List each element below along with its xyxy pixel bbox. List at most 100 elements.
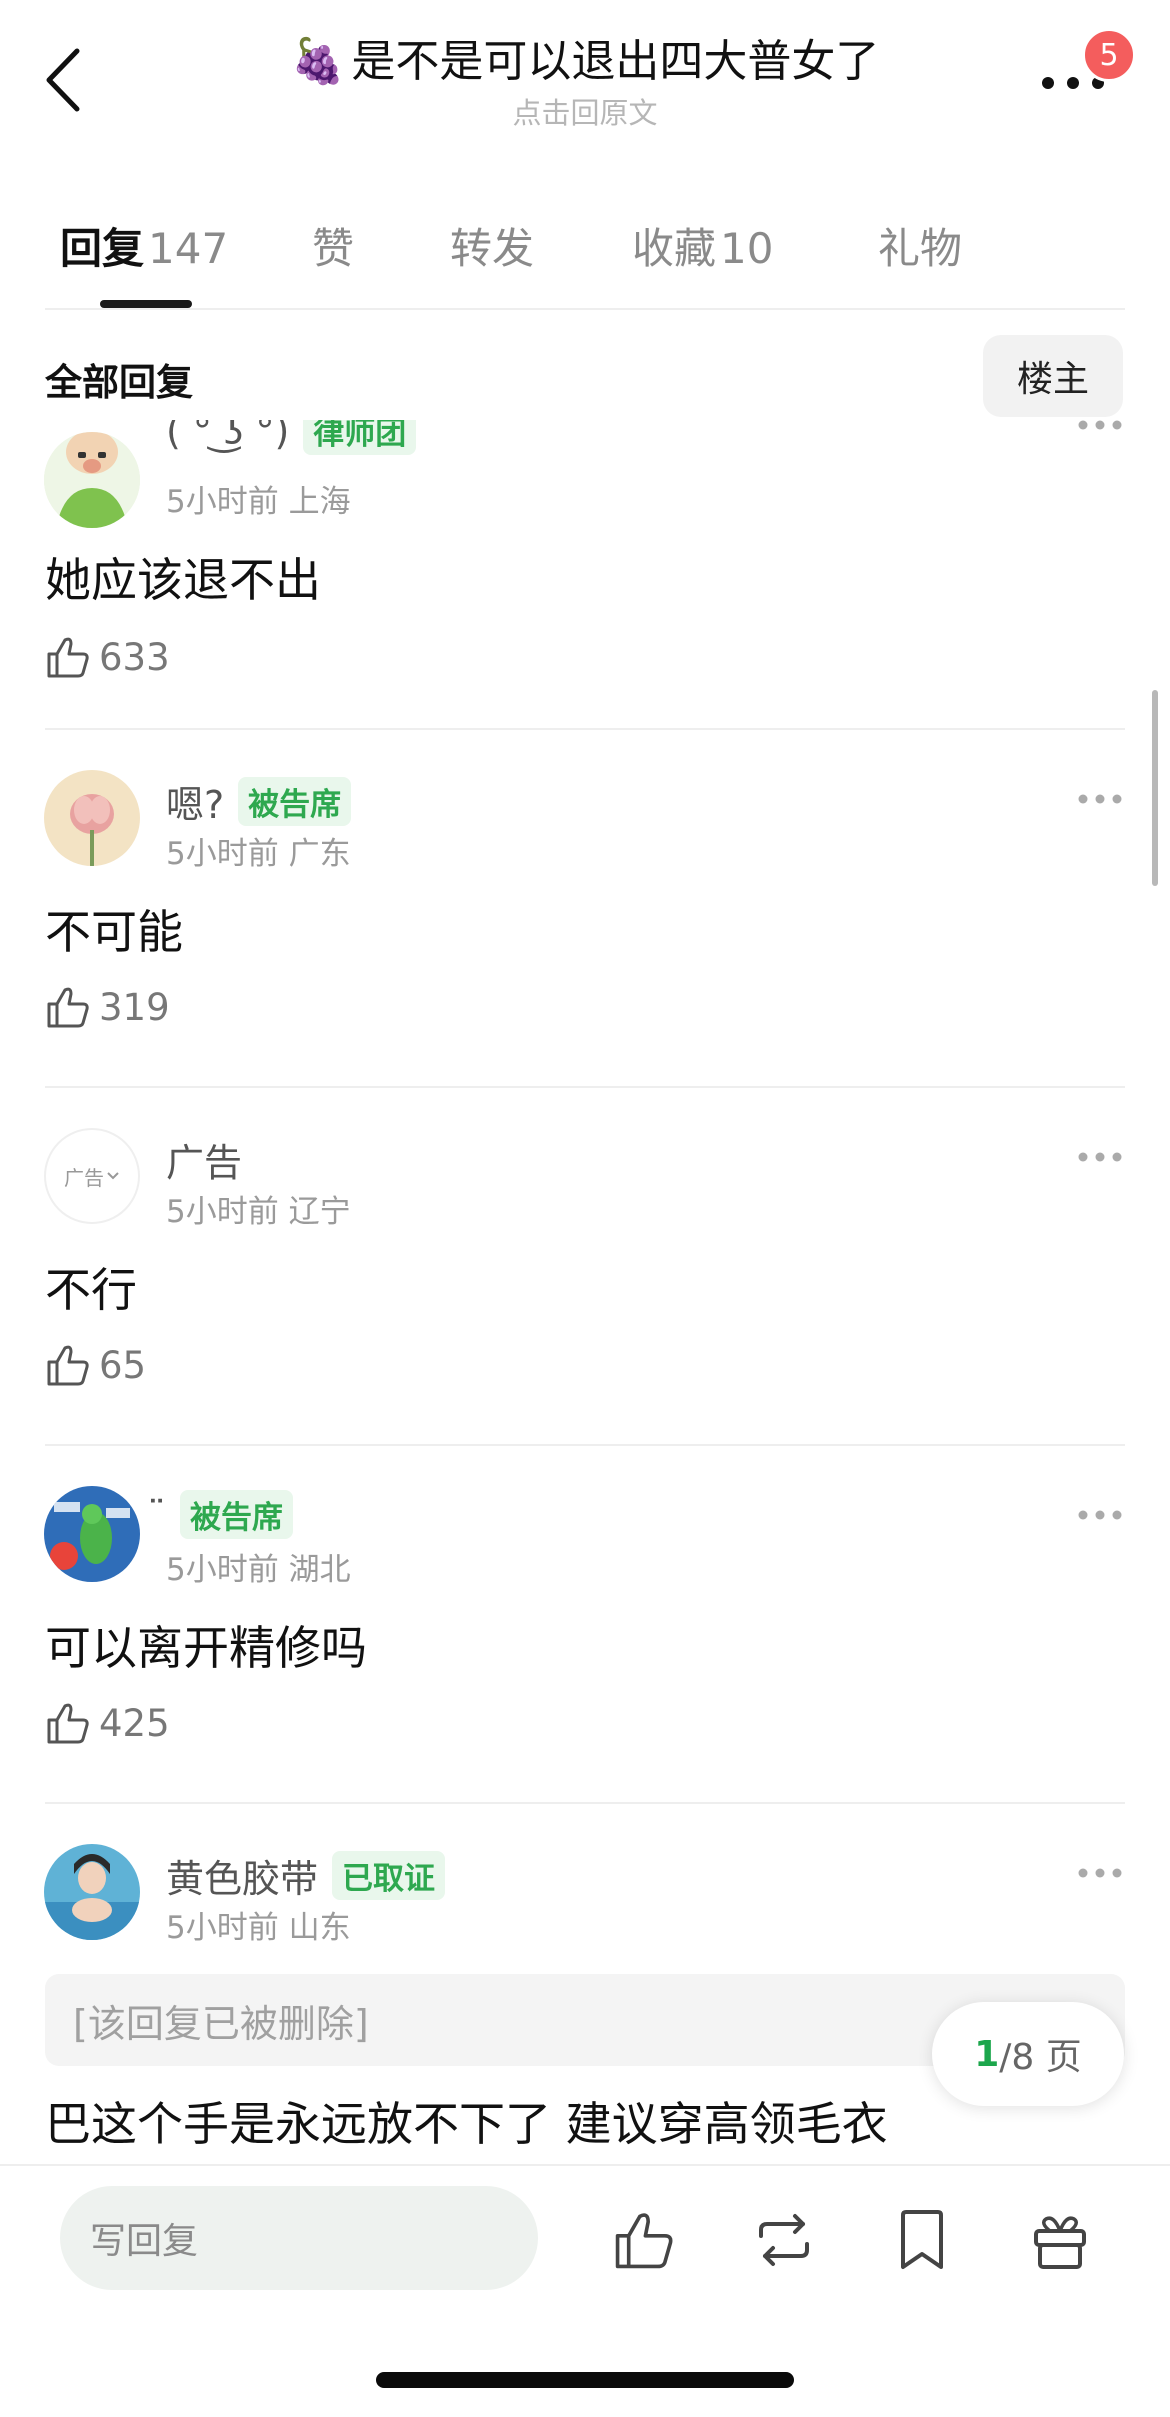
tab-count: 147: [148, 224, 229, 273]
comment-like-button[interactable]: 65: [45, 1342, 146, 1388]
avatar[interactable]: [44, 432, 140, 528]
page-indicator[interactable]: 1 /8 页: [932, 2002, 1124, 2106]
ellipsis-icon: [1078, 1868, 1122, 1878]
avatar[interactable]: [44, 1844, 140, 1940]
total-pages: /8 页: [999, 2037, 1082, 2078]
divider: [45, 1086, 1125, 1088]
author-badge: 被告席: [238, 777, 352, 826]
comment-location: 广东: [288, 836, 351, 872]
author-badge: 被告席: [180, 1490, 293, 1539]
comment-like-button[interactable]: 319: [45, 984, 170, 1030]
tab-reposts[interactable]: 转发: [450, 215, 534, 276]
ad-avatar-label: 广告: [64, 1165, 104, 1190]
tab-favorites[interactable]: 收藏 10: [632, 215, 773, 276]
author-badge: 律师团: [303, 420, 417, 455]
thumbs-up-icon: [47, 1345, 89, 1386]
comment-author[interactable]: 黄色胶带: [166, 1848, 318, 1903]
avatar-image: [44, 770, 140, 866]
comment-item: 广告 广告 5小时前 辽宁 不行 65: [0, 1128, 1170, 1438]
scrollbar[interactable]: [1152, 690, 1158, 886]
like-count: 319: [99, 985, 170, 1029]
comment-text: 不可能: [45, 905, 183, 959]
back-button[interactable]: [38, 40, 88, 120]
comment-location: 辽宁: [288, 1194, 351, 1230]
page-title-text: 是不是可以退出四大普女了: [351, 36, 880, 87]
like-button[interactable]: [604, 2200, 684, 2280]
like-count: 65: [99, 1343, 147, 1387]
comment-location: 山东: [288, 1910, 351, 1946]
ellipsis-icon: [1078, 420, 1122, 430]
tab-label: 收藏: [632, 224, 717, 273]
comment-time: 5小时前: [166, 1552, 279, 1588]
comment-author-row: 黄色胶带 已取证: [166, 1848, 446, 1903]
comment-time: 5小时前: [166, 1910, 279, 1946]
home-indicator: [376, 2372, 794, 2388]
bookmark-button[interactable]: [882, 2200, 962, 2280]
comment-author[interactable]: ( ͡° ͜ʖ ͡°): [166, 420, 289, 453]
comment-text: 不行: [45, 1263, 137, 1317]
back-arrow-icon: [46, 48, 80, 112]
comment-text: 可以离开精修吗: [45, 1621, 367, 1675]
repost-button[interactable]: [744, 2200, 824, 2280]
gift-button[interactable]: [1020, 2200, 1100, 2280]
owner-filter-button[interactable]: 楼主: [983, 335, 1123, 417]
comment-more-button[interactable]: [1075, 784, 1125, 814]
comment-more-button[interactable]: [1075, 1500, 1125, 1530]
comment-time: 5小时前: [166, 836, 279, 872]
comment-item: ( ͡° ͜ʖ ͡°) 律师团 5小时前 上海 她应该退不出 633: [0, 420, 1170, 730]
comment-meta: 5小时前 广东: [166, 828, 351, 873]
all-replies-heading: 全部回复: [45, 361, 193, 404]
title-area[interactable]: 🍇 是不是可以退出四大普女了 点击回原文: [200, 32, 970, 132]
comment-meta: 5小时前 山东: [166, 1902, 351, 1947]
comment-text: 她应该退不出: [45, 553, 321, 607]
avatar[interactable]: [44, 770, 140, 866]
comment-time: 5小时前: [166, 1194, 279, 1230]
comment-author-row: ̈ 被告席: [166, 1490, 293, 1539]
comment-more-button[interactable]: [1075, 420, 1125, 440]
comment-meta: 5小时前 湖北: [166, 1544, 351, 1589]
comment-more-button[interactable]: [1075, 1858, 1125, 1888]
divider: [45, 1802, 1125, 1804]
back-to-original-link[interactable]: 点击回原文: [200, 90, 970, 132]
chevron-down-icon: [107, 1172, 119, 1180]
comment-like-button[interactable]: 633: [45, 634, 170, 680]
like-count: 425: [99, 1701, 170, 1745]
comment-author[interactable]: 广告: [166, 1132, 242, 1187]
ad-avatar[interactable]: 广告: [44, 1128, 140, 1224]
comment-item: 嗯? 被告席 5小时前 广东 不可能 319: [0, 770, 1170, 1080]
comment-author-row: ( ͡° ͜ʖ ͡°) 律师团: [166, 420, 417, 455]
author-badge: 已取证: [332, 1851, 446, 1900]
comment-meta: 5小时前 上海: [166, 476, 351, 521]
tab-count: 10: [720, 224, 774, 273]
thumbs-up-icon: [47, 987, 89, 1028]
avatar-image: [44, 1486, 140, 1582]
tab-likes[interactable]: 赞: [312, 215, 354, 276]
reply-input[interactable]: 写回复: [60, 2186, 538, 2290]
comment-author-row: 广告: [166, 1132, 242, 1187]
tab-label: 转发: [450, 224, 535, 273]
tab-replies[interactable]: 回复 147: [60, 215, 228, 276]
comment-item: ̈ 被告席 5小时前 湖北 可以离开精修吗 425: [0, 1486, 1170, 1796]
header: 🍇 是不是可以退出四大普女了 点击回原文 5: [0, 0, 1170, 150]
divider: [45, 1444, 1125, 1446]
comment-author-row: 嗯? 被告席: [166, 774, 352, 829]
active-tab-indicator: [100, 300, 192, 308]
avatar[interactable]: [44, 1486, 140, 1582]
ellipsis-icon: [1078, 1152, 1122, 1162]
comment-author[interactable]: 嗯?: [166, 774, 224, 829]
current-page: 1: [974, 2033, 1000, 2075]
comment-text: 巴这个手是永远放不下了 建议穿高领毛衣: [45, 2097, 888, 2151]
tab-gifts[interactable]: 礼物: [878, 215, 962, 276]
comment-time: 5小时前: [166, 484, 279, 520]
comment-more-button[interactable]: [1075, 1142, 1125, 1172]
gift-icon: [1034, 2216, 1086, 2269]
divider: [45, 728, 1125, 730]
ellipsis-icon: [1078, 1510, 1122, 1520]
grape-icon: 🍇: [290, 36, 346, 87]
comment-like-button[interactable]: 425: [45, 1700, 170, 1746]
thumbs-up-icon: [47, 637, 89, 678]
ellipsis-icon: [1078, 794, 1122, 804]
bookmark-icon: [901, 2210, 943, 2269]
thumbs-up-icon: [47, 1703, 89, 1744]
like-count: 633: [99, 635, 170, 679]
